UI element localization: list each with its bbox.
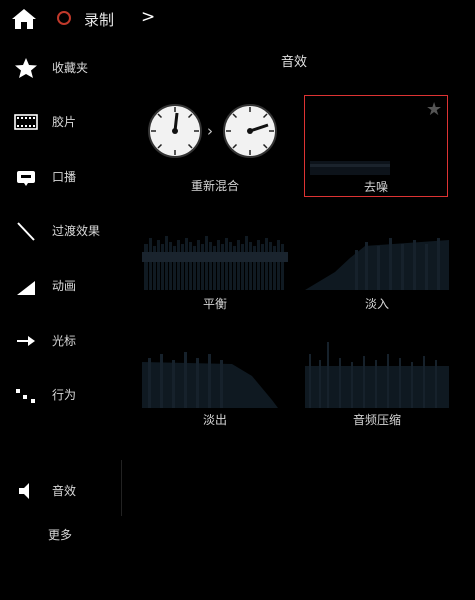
sidebar-item-favorites[interactable]: 收藏夹 — [0, 47, 125, 87]
star-icon — [15, 58, 37, 78]
home-icon[interactable] — [11, 8, 37, 30]
fade-in-waveform — [305, 238, 449, 290]
card-label: 重新混合 — [190, 179, 239, 193]
sidebar: 收藏夹 胶片 口播 过渡效果 动画 光标 行为 音效 更多 — [0, 40, 125, 600]
sidebar-item-label: 胶片 — [52, 115, 77, 129]
sidebar-item-audio[interactable]: 音效 — [0, 470, 125, 510]
effect-card-audio-compression[interactable]: 音频压缩 — [305, 340, 449, 430]
card-label: 淡出 — [202, 413, 227, 427]
chevron-right-icon[interactable]: > — [141, 7, 155, 27]
sidebar-item-label: 收藏夹 — [52, 61, 89, 75]
record-label[interactable]: 录制 — [84, 9, 114, 30]
compression-waveform — [305, 342, 449, 408]
clock-dial-icon — [223, 104, 277, 158]
sidebar-item-cursor[interactable]: 光标 — [0, 320, 125, 360]
effect-card-balance[interactable]: 平衡 — [142, 232, 288, 314]
chevron-right-icon: › — [207, 122, 213, 140]
sidebar-item-label: 口播 — [52, 170, 77, 184]
card-label: 淡入 — [364, 297, 389, 311]
speaker-icon — [19, 483, 29, 499]
sidebar-item-label: 动画 — [52, 279, 77, 293]
animation-icon — [17, 281, 35, 295]
effect-card-fade-in[interactable]: 淡入 — [305, 232, 449, 314]
clock-dial-icon — [148, 104, 202, 158]
behavior-icon — [16, 389, 35, 403]
sidebar-item-label: 音效 — [52, 484, 77, 498]
sidebar-divider — [121, 460, 122, 516]
balance-waveform — [142, 236, 288, 290]
record-icon[interactable] — [57, 11, 71, 25]
sidebar-item-more[interactable]: 更多 — [0, 514, 125, 554]
section-title: 音效 — [281, 55, 308, 70]
favorite-star-icon[interactable]: ★ — [426, 99, 442, 120]
sidebar-item-label: 行为 — [52, 388, 77, 402]
effect-card-fade-out[interactable]: 淡出 — [142, 340, 288, 430]
film-icon — [14, 114, 38, 130]
card-label: 平衡 — [202, 297, 227, 311]
sidebar-item-narration[interactable]: 口播 — [0, 156, 125, 196]
sidebar-item-label: 过渡效果 — [52, 224, 101, 238]
effect-card-remix[interactable]: 重新混合 — [140, 98, 290, 198]
transition-icon — [17, 222, 35, 241]
sidebar-item-behavior[interactable]: 行为 — [0, 374, 125, 414]
sidebar-item-transitions[interactable]: 过渡效果 — [0, 210, 125, 250]
sidebar-item-animation[interactable]: 动画 — [0, 265, 125, 305]
caption-icon — [17, 171, 35, 186]
cursor-arrow-icon — [17, 336, 35, 346]
fade-out-waveform — [142, 352, 278, 408]
sidebar-item-label: 更多 — [48, 528, 73, 542]
top-bar: 录制 > — [0, 0, 475, 40]
sidebar-item-film[interactable]: 胶片 — [0, 101, 125, 141]
card-label: 音频压缩 — [352, 413, 401, 427]
sidebar-item-label: 光标 — [52, 334, 77, 348]
